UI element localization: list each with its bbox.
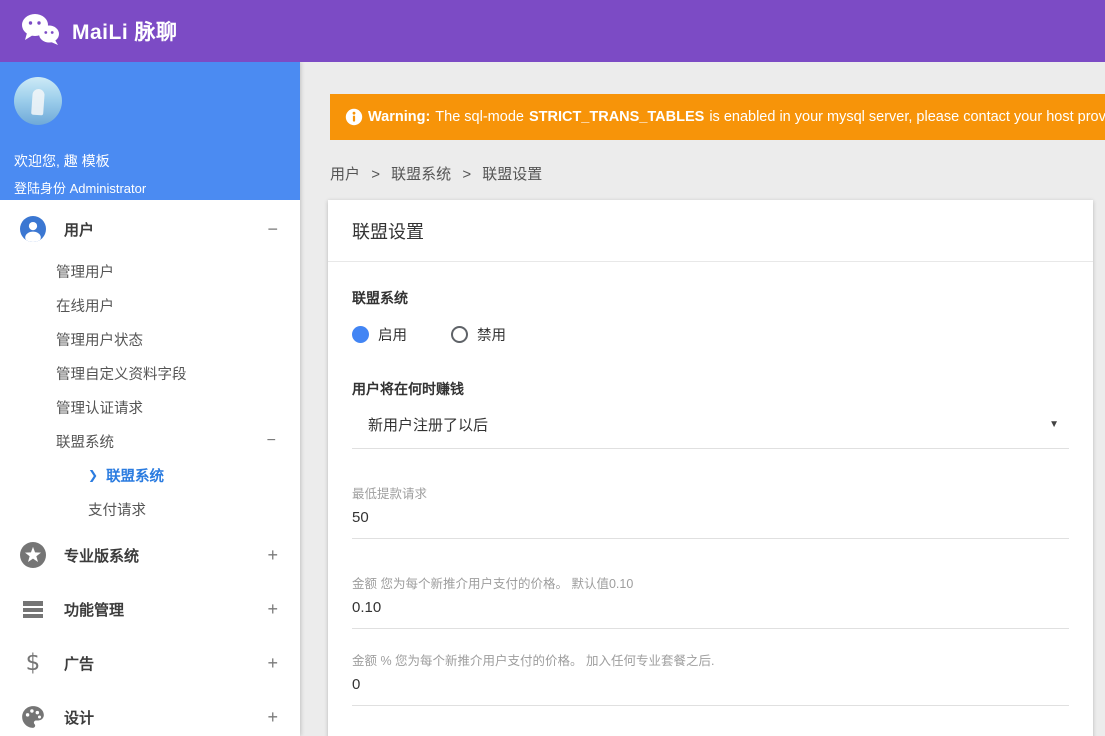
warning-text: is enabled in your mysql server, please … <box>709 109 1105 125</box>
breadcrumb-separator: > <box>462 166 472 183</box>
breadcrumb-current: 联盟设置 <box>482 166 543 183</box>
referral-amount-input[interactable]: 0.10 <box>352 599 1069 616</box>
earning-time-select-group: 用户将在何时赚钱 新用户注册了以后 ▼ <box>352 379 1069 449</box>
star-icon <box>20 542 46 568</box>
sidebar-item-feature-management[interactable]: 功能管理 + <box>0 586 300 632</box>
sidebar-item-label: 广告 <box>64 655 95 673</box>
sidebar-item-label: 支付请求 <box>88 502 146 519</box>
app-logo: MaiLi 脉聊 <box>20 12 178 51</box>
info-icon <box>345 108 363 126</box>
sidebar-group-affiliate-system[interactable]: 联盟系统 − <box>0 424 300 458</box>
sidebar-item-label: 功能管理 <box>64 601 125 619</box>
warning-text: The sql-mode <box>435 109 524 125</box>
radio-unselected-icon[interactable] <box>451 326 468 343</box>
referral-percent-field: 金额 % 您为每个新推介用户支付的价格。 加入任何专业套餐之后. 0 <box>352 650 1069 706</box>
select-value: 新用户注册了以后 <box>368 417 489 434</box>
breadcrumb-affiliate-system[interactable]: 联盟系统 <box>391 166 451 183</box>
sidebar-item-design[interactable]: 设计 + <box>0 694 300 736</box>
sidebar-item-manage-users[interactable]: 管理用户 <box>0 254 300 288</box>
radio-label: 禁用 <box>477 328 506 344</box>
user-icon <box>20 216 46 242</box>
main-content: Warning: The sql-mode STRICT_TRANS_TABLE… <box>300 62 1105 736</box>
chevron-right-icon: ❯ <box>88 468 99 482</box>
expand-icon[interactable]: + <box>267 654 278 672</box>
sidebar-item-label: 管理认证请求 <box>56 400 143 417</box>
wechat-logo-icon <box>20 12 60 51</box>
expand-icon[interactable]: + <box>267 708 278 726</box>
collapse-icon[interactable]: − <box>267 433 276 449</box>
referral-amount-field: 金额 您为每个新推介用户支付的价格。 默认值0.10 0.10 <box>352 573 1069 629</box>
referral-percent-input[interactable]: 0 <box>352 676 1069 693</box>
sidebar-item-ads[interactable]: $ 广告 + <box>0 640 300 686</box>
radio-option-enable[interactable]: 启用 <box>352 324 407 345</box>
field-label: 金额 您为每个新推介用户支付的价格。 默认值0.10 <box>352 577 634 591</box>
layers-icon <box>20 596 46 622</box>
sidebar-item-online-users[interactable]: 在线用户 <box>0 288 300 322</box>
sidebar-item-custom-fields[interactable]: 管理自定义资料字段 <box>0 356 300 390</box>
sidebar-item-verification-requests[interactable]: 管理认证请求 <box>0 390 300 424</box>
warning-banner: Warning: The sql-mode STRICT_TRANS_TABLE… <box>330 94 1105 140</box>
app-header: MaiLi 脉聊 <box>0 0 1105 62</box>
chevron-down-icon: ▼ <box>1049 419 1059 430</box>
avatar <box>14 77 62 125</box>
sidebar-item-user-status[interactable]: 管理用户状态 <box>0 322 300 356</box>
profile-role: 登陆身份 Administrator <box>14 181 147 196</box>
breadcrumb-separator: > <box>371 166 380 183</box>
dollar-icon: $ <box>25 650 41 676</box>
affiliate-system-radio-group: 联盟系统 启用 禁用 <box>352 288 1069 345</box>
sidebar-item-label: 用户 <box>64 221 95 239</box>
field-label: 用户将在何时赚钱 <box>352 381 464 397</box>
settings-card: 联盟设置 联盟系统 启用 禁用 用户将在何时赚钱 新用户注册了以后 ▼ 最低提款… <box>328 200 1093 736</box>
field-label: 最低提款请求 <box>352 487 428 501</box>
earning-time-select[interactable]: 新用户注册了以后 ▼ <box>352 414 1069 449</box>
palette-icon <box>20 704 46 730</box>
sidebar-item-label: 管理自定义资料字段 <box>56 366 187 383</box>
users-submenu: 管理用户 在线用户 管理用户状态 管理自定义资料字段 管理认证请求 联盟系统 −… <box>0 252 300 532</box>
sidebar-nav: 用户 − 管理用户 在线用户 管理用户状态 管理自定义资料字段 管理认证请求 联… <box>0 200 300 736</box>
page-title: 联盟设置 <box>328 200 1093 262</box>
warning-label: Warning: <box>368 109 431 125</box>
radio-selected-icon[interactable] <box>352 326 369 343</box>
sidebar-item-label: 在线用户 <box>56 298 114 315</box>
settings-form: 联盟系统 启用 禁用 用户将在何时赚钱 新用户注册了以后 ▼ 最低提款请求 50… <box>328 262 1093 736</box>
sidebar-item-label: 设计 <box>64 709 95 727</box>
min-withdrawal-input[interactable]: 50 <box>352 509 1069 526</box>
profile-welcome: 欢迎您, 趣 模板 <box>14 153 110 169</box>
sidebar-item-users[interactable]: 用户 − <box>0 206 300 252</box>
field-label: 联盟系统 <box>352 290 408 306</box>
app-title: MaiLi 脉聊 <box>72 21 178 44</box>
sidebar-item-payment-requests[interactable]: 支付请求 <box>0 492 300 526</box>
sidebar-item-label: 专业版系统 <box>64 547 140 565</box>
sidebar-item-label: 管理用户状态 <box>56 332 143 349</box>
field-label: 金额 % 您为每个新推介用户支付的价格。 加入任何专业套餐之后. <box>352 654 715 668</box>
sidebar-item-pro-system[interactable]: 专业版系统 + <box>0 532 300 578</box>
expand-icon[interactable]: + <box>267 600 278 618</box>
breadcrumb-users[interactable]: 用户 <box>330 166 360 183</box>
breadcrumb: 用户 > 联盟系统 > 联盟设置 <box>330 163 1105 184</box>
sidebar-item-affiliate-system-active[interactable]: ❯ 联盟系统 <box>0 458 300 492</box>
sidebar: 欢迎您, 趣 模板 登陆身份 Administrator 用户 − 管理用户 在… <box>0 62 300 736</box>
collapse-icon[interactable]: − <box>267 220 278 238</box>
radio-label: 启用 <box>378 328 407 344</box>
warning-code: STRICT_TRANS_TABLES <box>528 109 705 125</box>
sidebar-item-label: 管理用户 <box>56 264 114 281</box>
min-withdrawal-field: 最低提款请求 50 <box>352 483 1069 539</box>
sidebar-profile: 欢迎您, 趣 模板 登陆身份 Administrator <box>0 62 300 200</box>
radio-option-disable[interactable]: 禁用 <box>451 324 506 345</box>
sidebar-item-label: 联盟系统 <box>56 434 114 451</box>
sidebar-item-label: 联盟系统 <box>106 468 165 485</box>
expand-icon[interactable]: + <box>267 546 278 564</box>
